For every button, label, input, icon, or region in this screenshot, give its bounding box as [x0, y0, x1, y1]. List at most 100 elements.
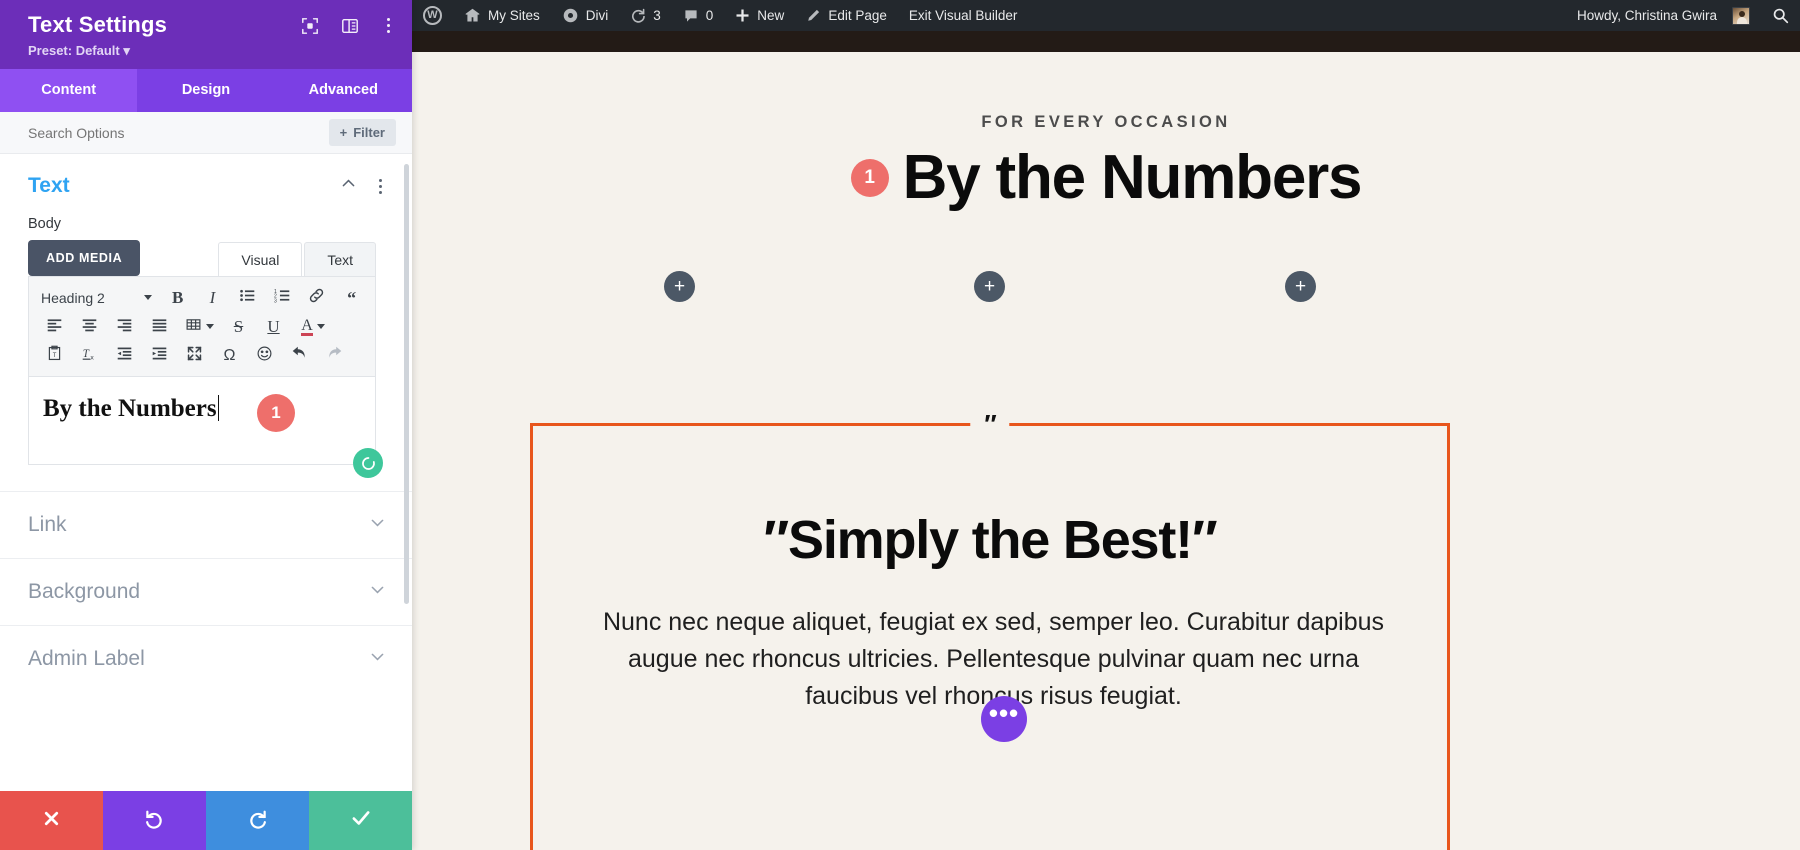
panel-preset-selector[interactable]: Preset: Default ▾ [28, 43, 167, 59]
adminbar-item-new[interactable]: New [724, 0, 795, 31]
bulleted-list-icon [239, 287, 256, 309]
tab-design[interactable]: Design [137, 69, 274, 112]
panel-scrollbar[interactable] [404, 164, 409, 604]
redo-button[interactable] [317, 342, 352, 370]
special-character-button[interactable]: Ω [212, 342, 247, 370]
hero-number-badge: 1 [850, 158, 889, 197]
text-color-icon: A [301, 316, 313, 336]
adminbar-search-button[interactable] [1761, 0, 1800, 31]
indent-button[interactable] [142, 342, 177, 370]
filter-button[interactable]: + Filter [328, 119, 396, 146]
undo-button[interactable] [282, 342, 317, 370]
accordion-item-link[interactable]: Link [0, 491, 412, 558]
editor-toolbar[interactable]: Heading 2 B I 1 2 3 “ S U A T T x Ω [28, 276, 376, 377]
align-center-button[interactable] [72, 313, 107, 341]
chevron-up-icon[interactable] [340, 175, 357, 197]
tab-text[interactable]: Text [304, 242, 376, 276]
paste-as-text-button[interactable]: T [37, 342, 72, 370]
emoji-button[interactable] [247, 342, 282, 370]
section-header-text[interactable]: Text [0, 154, 412, 212]
editor-text: By the Numbers [43, 395, 217, 422]
accordion-label-admin-label: Admin Label [28, 647, 145, 670]
adminbar-item-wordpress[interactable] [412, 0, 453, 31]
section-header-icons [340, 175, 388, 197]
plus-icon: + [983, 276, 996, 297]
filter-button-label: Filter [353, 125, 385, 140]
module-options-button[interactable]: ••• [981, 696, 1027, 742]
chevron-down-icon [144, 295, 153, 300]
settings-accordion: Link Background Admin Label [0, 491, 412, 692]
search-input[interactable] [28, 124, 258, 141]
panel-action-bar[interactable] [0, 791, 412, 850]
add-module-button-3[interactable]: + [1285, 271, 1316, 302]
strikethrough-button[interactable]: S [221, 313, 256, 341]
format-select[interactable]: Heading 2 [37, 284, 160, 312]
table-button[interactable] [177, 313, 221, 341]
plus-icon: + [1294, 276, 1307, 297]
outdent-button[interactable] [107, 342, 142, 370]
adminbar-item-exit-visual-builder[interactable]: Exit Visual Builder [898, 0, 1029, 31]
adminbar-item-divi[interactable]: Divi [551, 0, 620, 31]
underline-button[interactable]: U [256, 313, 291, 341]
editor-content-area[interactable]: By the Numbers 1 [28, 377, 383, 478]
tab-content[interactable]: Content [0, 69, 138, 112]
chevron-down-icon [369, 581, 386, 603]
adminbar-account-area[interactable]: Howdy, Christina Gwira [1566, 0, 1800, 31]
tab-visual[interactable]: Visual [218, 242, 303, 276]
add-module-button-2[interactable]: + [974, 271, 1005, 302]
adminbar-label-updates-count: 3 [653, 8, 661, 23]
avatar [1732, 6, 1750, 25]
tab-advanced[interactable]: Advanced [275, 69, 412, 112]
undo-icon [291, 345, 308, 367]
editor-mode-tabs[interactable]: Visual Text [218, 242, 376, 276]
adminbar-item-updates[interactable]: 3 [619, 0, 672, 31]
align-left-button[interactable] [37, 313, 72, 341]
editor-toolbar-row-1: Heading 2 B I 1 2 3 “ [37, 283, 369, 312]
adminbar-item-my-sites[interactable]: My Sites [453, 0, 551, 31]
text-settings-panel[interactable]: Text Settings Preset: Default ▾ Content … [0, 0, 412, 850]
save-button[interactable] [309, 791, 412, 850]
adminbar-item-comments[interactable]: 0 [672, 0, 725, 31]
blockquote-button[interactable]: “ [334, 284, 369, 312]
redo-button-panel[interactable] [206, 791, 309, 850]
fullscreen-target-icon[interactable] [301, 17, 319, 35]
discard-button[interactable] [0, 791, 103, 850]
kebab-menu-icon[interactable] [373, 177, 388, 196]
panel-scroll-area[interactable]: Text Body ADD MEDIA Visual Text Heading … [0, 154, 412, 791]
undo-button-panel[interactable] [103, 791, 206, 850]
table-icon [185, 316, 202, 338]
plus-icon: + [339, 125, 348, 140]
svg-text:T: T [83, 347, 90, 359]
kebab-menu-icon[interactable] [381, 16, 396, 35]
align-right-button[interactable] [107, 313, 142, 341]
page-canvas[interactable]: FOR EVERY OCCASION 1 By the Numbers + + … [412, 31, 1800, 850]
wp-admin-bar[interactable]: My Sites Divi 3 0 New [412, 0, 1800, 31]
wp-editor[interactable]: ADD MEDIA Visual Text Heading 2 B I 1 2 … [0, 240, 412, 478]
accordion-item-background[interactable]: Background [0, 558, 412, 625]
panel-tabs[interactable]: Content Design Advanced [0, 69, 412, 112]
quote-mark-icon: ″ [970, 411, 1010, 437]
chevron-down-icon: ▾ [123, 43, 130, 58]
link-button[interactable] [299, 284, 334, 312]
bulleted-list-button[interactable] [230, 284, 265, 312]
add-media-button[interactable]: ADD MEDIA [28, 240, 141, 276]
wordpress-logo-icon [423, 6, 442, 25]
accordion-item-admin-label[interactable]: Admin Label [0, 625, 412, 692]
layout-columns-icon[interactable] [341, 17, 359, 35]
panel-search-bar[interactable]: + Filter [0, 112, 412, 154]
italic-button[interactable]: I [195, 284, 230, 312]
adminbar-howdy[interactable]: Howdy, Christina Gwira [1566, 0, 1761, 31]
chevron-down-icon [369, 648, 386, 670]
clear-formatting-button[interactable]: Tx [72, 342, 107, 370]
adminbar-item-edit-page[interactable]: Edit Page [795, 0, 898, 31]
svg-text:T: T [53, 352, 57, 358]
outdent-icon [116, 345, 133, 367]
fullscreen-button[interactable] [177, 342, 212, 370]
add-module-button-1[interactable]: + [664, 271, 695, 302]
testimonial-module[interactable]: ″ ″Simply the Best!″ Nunc nec neque aliq… [530, 411, 1450, 850]
numbered-list-button[interactable]: 123 [265, 284, 300, 312]
redo-icon [326, 345, 343, 367]
align-justify-button[interactable] [142, 313, 177, 341]
text-color-button[interactable]: A [291, 313, 335, 341]
bold-button[interactable]: B [160, 284, 195, 312]
